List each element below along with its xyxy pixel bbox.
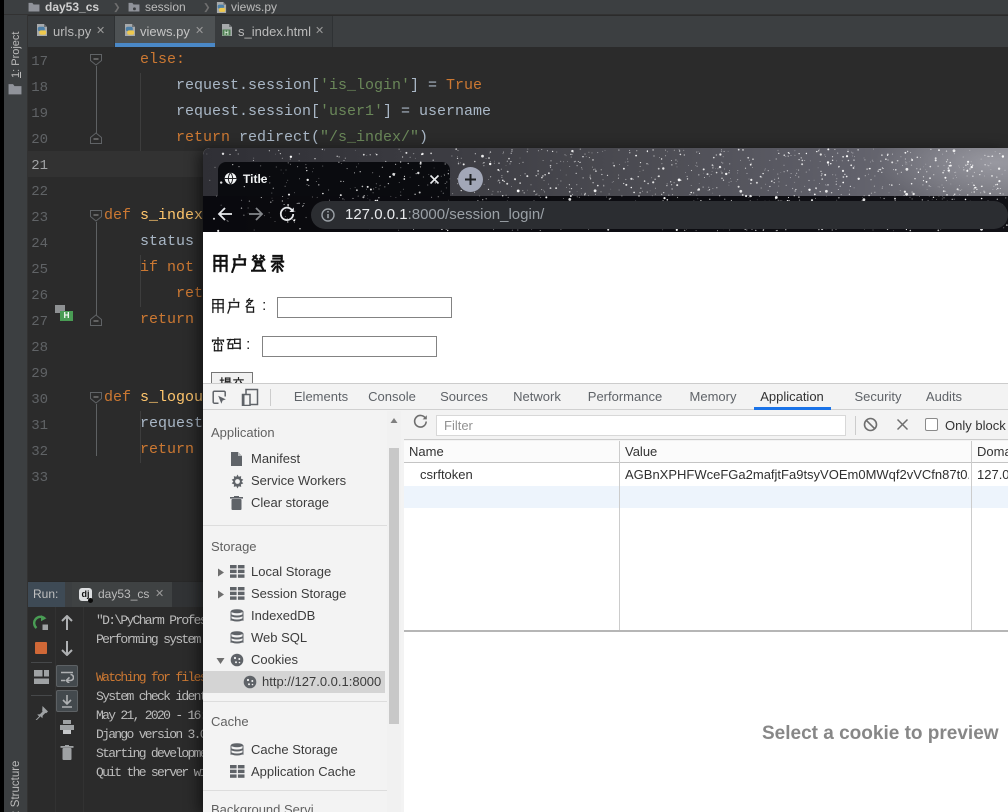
svg-text:H: H: [224, 30, 229, 36]
